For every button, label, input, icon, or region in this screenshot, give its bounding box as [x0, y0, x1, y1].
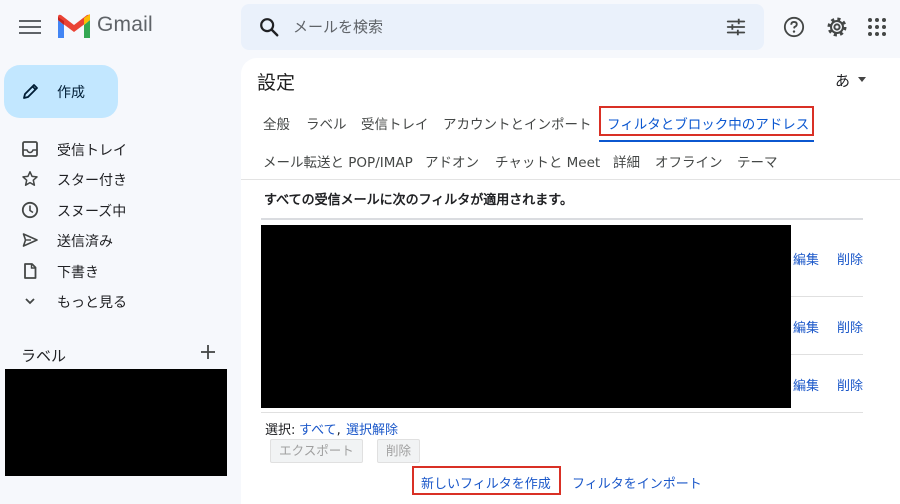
top-bar: Gmail: [0, 0, 900, 56]
export-button[interactable]: エクスポート: [270, 439, 363, 463]
select-all-link[interactable]: すべて,: [299, 419, 341, 438]
sidebar-item-label: 下書き: [57, 265, 99, 281]
tab-addons[interactable]: アドオン: [425, 151, 479, 171]
main-menu-icon[interactable]: [19, 17, 41, 37]
apps-grid-icon[interactable]: [867, 17, 887, 37]
add-label-icon[interactable]: [199, 343, 217, 361]
sidebar-item-label: スター付き: [57, 173, 127, 189]
redacted-filter-list: [261, 225, 791, 408]
select-none-link[interactable]: 選択解除: [346, 419, 398, 438]
table-row-divider: [261, 412, 863, 413]
highlight-box: [412, 466, 561, 495]
chevron-down-icon: [25, 298, 35, 305]
inbox-icon: [22, 141, 38, 157]
sidebar-item-label: 送信済み: [57, 234, 113, 250]
filters-heading: すべての受信メールに次のフィルタが適用されます。: [264, 193, 574, 208]
redacted-labels-area: [5, 369, 227, 476]
compose-label: 作成: [57, 85, 85, 101]
search-input[interactable]: [293, 13, 713, 41]
sidebar-item-snoozed[interactable]: スヌーズ中: [0, 195, 230, 225]
sidebar-item-label: 受信トレイ: [57, 143, 127, 159]
select-label: 選択:: [265, 423, 296, 438]
clock-icon: [21, 201, 39, 219]
sidebar-item-starred[interactable]: スター付き: [0, 164, 230, 194]
app-name[interactable]: Gmail: [97, 13, 153, 37]
draft-icon: [24, 263, 37, 279]
tab-inbox[interactable]: 受信トレイ: [361, 113, 429, 133]
tab-themes[interactable]: テーマ: [737, 151, 778, 171]
highlight-box: [599, 106, 814, 136]
tab-forwarding-pop-imap[interactable]: メール転送と POP/IMAP: [263, 151, 413, 171]
tab-accounts-import[interactable]: アカウントとインポート: [443, 113, 592, 133]
edit-filter-link[interactable]: 編集: [793, 375, 819, 394]
sidebar-item-inbox[interactable]: 受信トレイ: [0, 134, 230, 164]
divider: [261, 218, 863, 220]
page-title: 設定: [257, 72, 296, 94]
search-bar: [241, 4, 764, 50]
delete-button[interactable]: 削除: [377, 439, 420, 463]
input-tools-toggle[interactable]: あ: [835, 70, 850, 91]
sidebar-item-drafts[interactable]: 下書き: [0, 256, 230, 286]
delete-filter-link[interactable]: 削除: [837, 375, 863, 394]
search-icon[interactable]: [258, 16, 280, 38]
tab-advanced[interactable]: 詳細: [613, 151, 640, 171]
delete-filter-link[interactable]: 削除: [837, 317, 863, 336]
edit-filter-link[interactable]: 編集: [793, 317, 819, 336]
labels-section-title: ラベル: [21, 347, 67, 365]
sidebar-item-sent[interactable]: 送信済み: [0, 225, 230, 255]
edit-filter-link[interactable]: 編集: [793, 249, 819, 268]
compose-button[interactable]: 作成: [4, 65, 118, 118]
caret-down-icon[interactable]: [858, 77, 866, 82]
sidebar-item-label: スヌーズ中: [57, 204, 127, 220]
gmail-logo-icon[interactable]: [56, 14, 92, 40]
send-icon: [22, 233, 38, 247]
tab-offline[interactable]: オフライン: [655, 151, 723, 171]
pencil-icon: [23, 84, 38, 99]
active-tab-indicator: [599, 140, 814, 142]
tab-general[interactable]: 全般: [263, 113, 290, 133]
help-icon[interactable]: [783, 16, 805, 38]
sidebar-item-more[interactable]: もっと見る: [0, 286, 230, 316]
sidebar-item-label: もっと見る: [57, 295, 127, 311]
search-options-icon[interactable]: [725, 16, 747, 38]
import-filters-link[interactable]: フィルタをインポート: [572, 473, 702, 492]
tab-labels[interactable]: ラベル: [306, 113, 347, 133]
divider: [241, 179, 900, 180]
gear-icon[interactable]: [825, 15, 849, 39]
delete-filter-link[interactable]: 削除: [837, 249, 863, 268]
tab-chat-meet[interactable]: チャットと Meet: [495, 151, 600, 171]
star-icon: [22, 171, 38, 186]
settings-panel: 設定 あ 全般 ラベル 受信トレイ アカウントとインポート フィルタとブロック中…: [241, 58, 900, 504]
